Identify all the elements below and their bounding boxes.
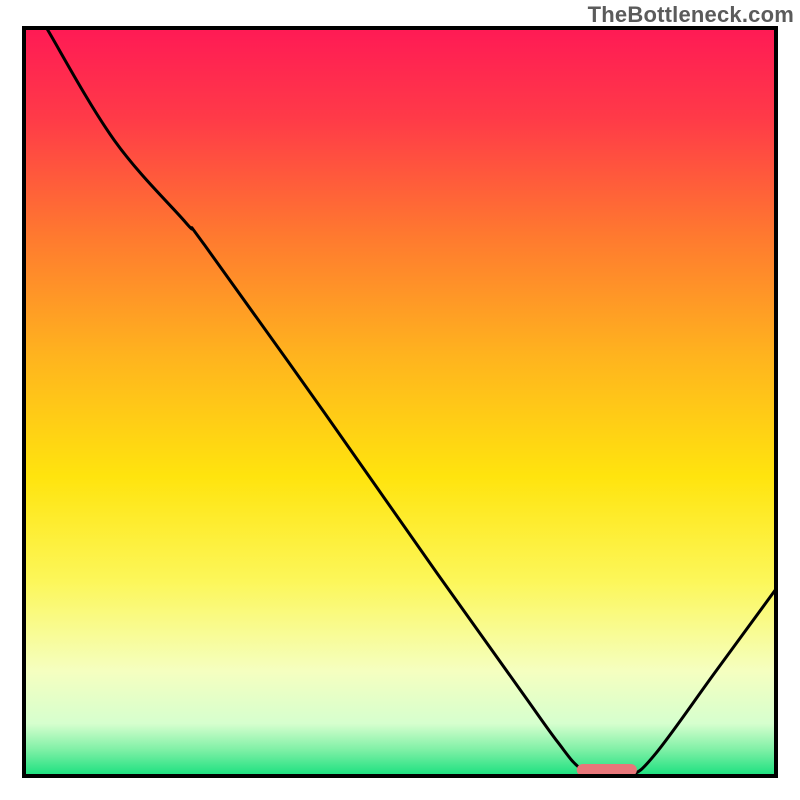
gradient-background (24, 28, 776, 776)
chart-container: TheBottleneck.com (0, 0, 800, 800)
watermark-text: TheBottleneck.com (588, 2, 794, 28)
plot-area (24, 28, 776, 778)
bottleneck-chart (0, 0, 800, 800)
